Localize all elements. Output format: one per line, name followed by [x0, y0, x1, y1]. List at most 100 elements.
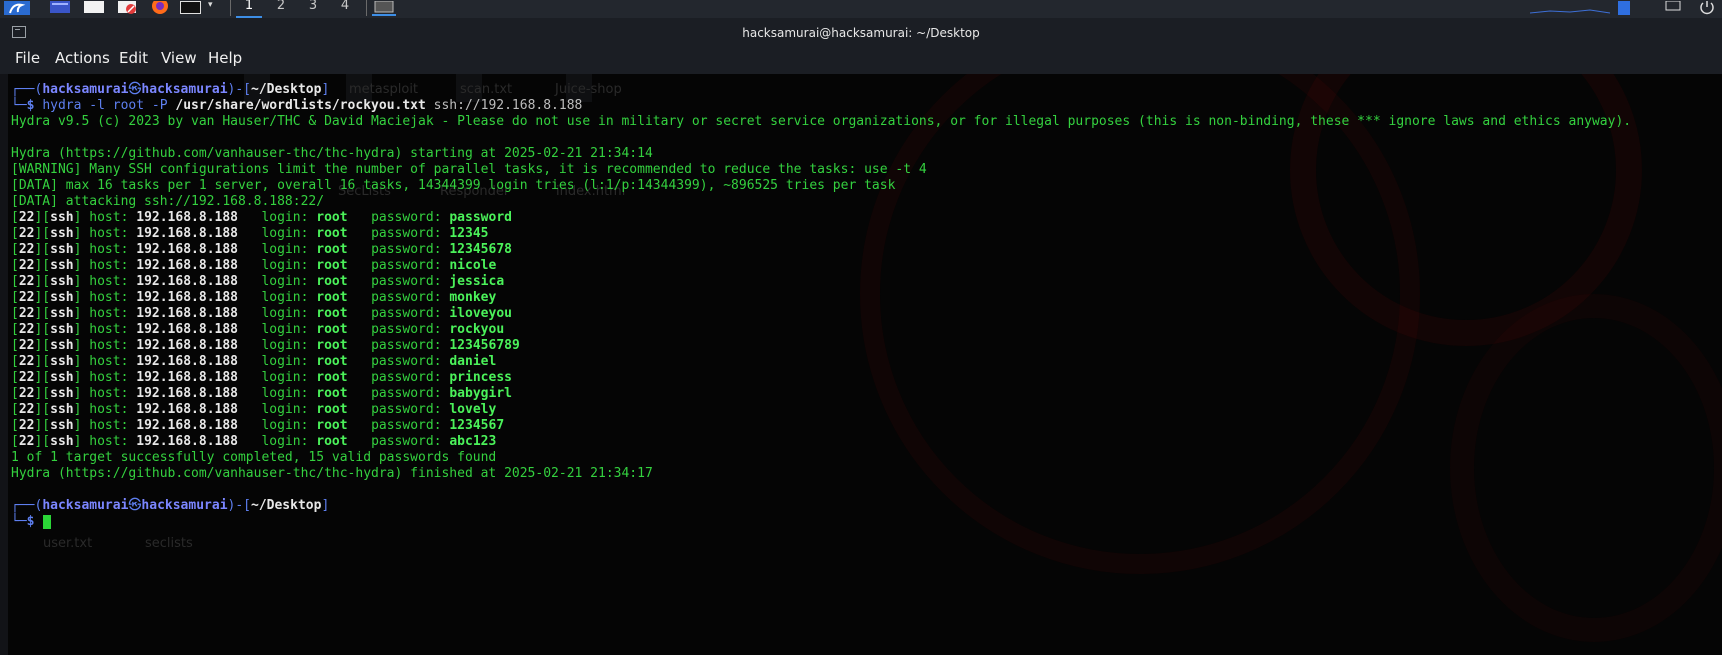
host-label: host: [89, 306, 129, 321]
desktop-icon[interactable] [50, 0, 70, 14]
result-host: 192.168.8.188 [136, 226, 238, 241]
result-port: 22 [18, 242, 35, 257]
result-row: [22][ssh] host: 192.168.8.188 login: roo… [11, 418, 505, 433]
host-label: host: [89, 210, 129, 225]
power-icon[interactable] [1698, 0, 1716, 15]
window-titlebar[interactable]: hacksamurai@hacksamurai: ~/Desktop [0, 18, 1722, 48]
password-label: password: [371, 386, 442, 401]
result-port: 22 [18, 226, 35, 241]
window-title: hacksamurai@hacksamurai: ~/Desktop [742, 26, 980, 40]
workspace-4[interactable]: 4 [332, 0, 358, 16]
firefox-icon[interactable] [150, 0, 170, 14]
kali-menu-icon[interactable] [4, 0, 30, 15]
result-login: root [316, 226, 348, 241]
prompt-line: ┌──(hacksamurai㉿hacksamurai)-[~/Desktop] [11, 82, 330, 97]
host-label: host: [89, 258, 129, 273]
result-port: 22 [18, 386, 35, 401]
output-data-attacking: [DATA] attacking ssh://192.168.8.188:22/ [11, 194, 325, 209]
host-label: host: [89, 370, 129, 385]
password-label: password: [371, 290, 442, 305]
result-row: [22][ssh] host: 192.168.8.188 login: roo… [11, 402, 497, 417]
result-service: ssh [50, 258, 74, 273]
result-service: ssh [50, 354, 74, 369]
result-password: monkey [449, 290, 497, 305]
workspace-3[interactable]: 3 [300, 0, 326, 16]
password-label: password: [371, 242, 442, 257]
result-host: 192.168.8.188 [136, 434, 238, 449]
result-row: [22][ssh] host: 192.168.8.188 login: roo… [11, 354, 497, 369]
battery-icon[interactable] [1664, 0, 1682, 14]
result-row: [22][ssh] host: 192.168.8.188 login: roo… [11, 306, 512, 321]
login-label: login: [261, 306, 309, 321]
result-service: ssh [50, 402, 74, 417]
result-row: [22][ssh] host: 192.168.8.188 login: roo… [11, 338, 520, 353]
password-label: password: [371, 434, 442, 449]
result-host: 192.168.8.188 [136, 418, 238, 433]
prompt-line: ┌──(hacksamurai㉿hacksamurai)-[~/Desktop] [11, 498, 330, 513]
menu-actions[interactable]: Actions [55, 49, 110, 67]
result-port: 22 [18, 290, 35, 305]
workspace-2[interactable]: 2 [268, 0, 294, 16]
result-port: 22 [18, 274, 35, 289]
login-label: login: [261, 322, 309, 337]
file-manager-icon[interactable] [84, 0, 104, 14]
login-label: login: [261, 402, 309, 417]
result-login: root [316, 418, 348, 433]
login-label: login: [261, 242, 309, 257]
result-password: daniel [449, 354, 497, 369]
login-label: login: [261, 370, 309, 385]
host-label: host: [89, 354, 129, 369]
result-row: [22][ssh] host: 192.168.8.188 login: roo… [11, 258, 497, 273]
password-label: password: [371, 274, 442, 289]
chevron-down-icon[interactable]: ▾ [208, 0, 216, 14]
result-service: ssh [50, 242, 74, 257]
result-host: 192.168.8.188 [136, 354, 238, 369]
result-port: 22 [18, 322, 35, 337]
password-label: password: [371, 402, 442, 417]
result-row: [22][ssh] host: 192.168.8.188 login: roo… [11, 242, 512, 257]
result-login: root [316, 434, 348, 449]
result-row: [22][ssh] host: 192.168.8.188 login: roo… [11, 290, 497, 305]
result-row: [22][ssh] host: 192.168.8.188 login: roo… [11, 274, 505, 289]
result-login: root [316, 274, 348, 289]
result-host: 192.168.8.188 [136, 386, 238, 401]
output-warning: [WARNING] Many SSH configurations limit … [11, 162, 927, 177]
menu-file[interactable]: File [15, 49, 40, 67]
terminal-window-icon[interactable] [372, 0, 396, 16]
terminal-icon[interactable] [180, 0, 202, 14]
result-password: password [449, 210, 512, 225]
result-service: ssh [50, 226, 74, 241]
host-label: host: [89, 322, 129, 337]
host-label: host: [89, 402, 129, 417]
password-label: password: [371, 370, 442, 385]
command-line[interactable]: └─$ [11, 514, 34, 530]
result-password: 1234567 [449, 418, 505, 433]
login-label: login: [261, 258, 309, 273]
result-password: iloveyou [449, 306, 512, 321]
host-label: host: [89, 338, 129, 353]
terminal-output[interactable]: metasploit scan.txt Juice-shop SecLists … [0, 74, 1722, 655]
result-password: babygirl [449, 386, 512, 401]
text-editor-icon[interactable] [118, 0, 138, 14]
menu-bar: File Actions Edit View Help [0, 48, 1722, 74]
result-login: root [316, 386, 348, 401]
login-label: login: [261, 418, 309, 433]
host-label: host: [89, 274, 129, 289]
menu-edit[interactable]: Edit [119, 49, 148, 67]
result-host: 192.168.8.188 [136, 290, 238, 305]
desktop-label: Juice-shop [555, 82, 622, 97]
workspace-1[interactable]: 1 [236, 0, 262, 18]
login-label: login: [261, 290, 309, 305]
host-label: host: [89, 418, 129, 433]
result-row: [22][ssh] host: 192.168.8.188 login: roo… [11, 210, 512, 225]
menu-view[interactable]: View [161, 49, 197, 67]
result-password: rockyou [449, 322, 505, 337]
login-label: login: [261, 274, 309, 289]
output-banner: Hydra v9.5 (c) 2023 by van Hauser/THC & … [11, 114, 1632, 129]
result-row: [22][ssh] host: 192.168.8.188 login: roo… [11, 370, 512, 385]
login-label: login: [261, 434, 309, 449]
login-label: login: [261, 226, 309, 241]
result-password: 12345 [449, 226, 489, 241]
output-summary: 1 of 1 target successfully completed, 15… [11, 450, 497, 465]
menu-help[interactable]: Help [208, 49, 242, 67]
